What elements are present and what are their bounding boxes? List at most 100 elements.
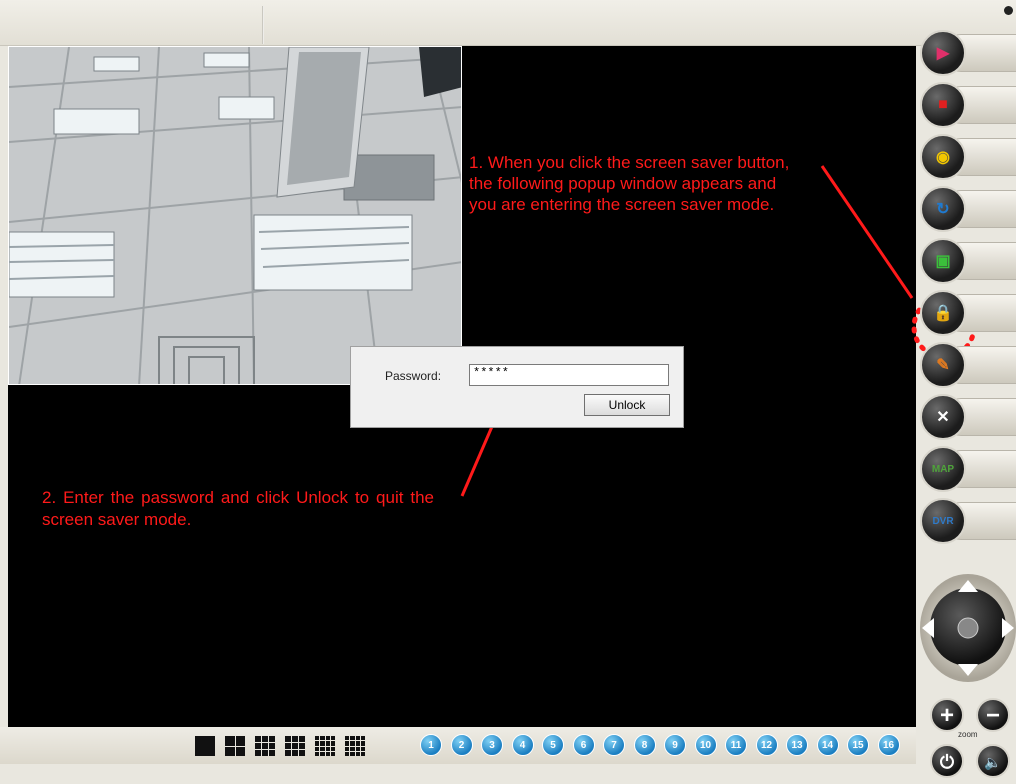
layout-cell: [360, 736, 365, 741]
layout-cell: [292, 736, 298, 742]
settings-tools-icon: ✕: [920, 394, 966, 440]
layout-4x4-button[interactable]: [345, 736, 365, 756]
channel-10-button[interactable]: 10: [694, 734, 717, 756]
speaker-button[interactable]: 🔈: [976, 744, 1010, 778]
dvr-button[interactable]: DVR: [920, 498, 1016, 544]
layout-buttons: [195, 736, 365, 756]
channel-1-button[interactable]: 1: [420, 734, 442, 756]
edit-button[interactable]: ✎: [920, 342, 1016, 388]
screen-saver-lock-button[interactable]: 🔒: [920, 290, 1016, 336]
channel-6-button[interactable]: 6: [572, 734, 595, 756]
channel-16-button[interactable]: 16: [877, 734, 900, 756]
corner-dot-icon[interactable]: [1004, 6, 1013, 15]
layout-cell: [350, 736, 355, 741]
map-button[interactable]: MAP: [920, 446, 1016, 492]
snapshot-camera-button[interactable]: ◉: [920, 134, 1016, 180]
unlock-button[interactable]: Unlock: [584, 394, 670, 416]
settings-tools-button[interactable]: ✕: [920, 394, 1016, 440]
layout-cell: [325, 751, 330, 756]
layout-cell: [330, 741, 335, 746]
layout-cell: [355, 751, 360, 756]
channel-9-button[interactable]: 9: [664, 734, 686, 756]
screen-saver-lock-icon: 🔒: [920, 290, 966, 336]
rotate-180-button[interactable]: ↻: [920, 186, 1016, 232]
layout-cell: [285, 743, 291, 749]
system-controls: ⏻ 🔈: [928, 744, 1016, 784]
zoom-in-button[interactable]: +: [930, 698, 964, 732]
channel-4-button[interactable]: 4: [511, 734, 534, 756]
edit-icon: ✎: [920, 342, 966, 388]
layout-cell: [299, 750, 305, 756]
power-button[interactable]: ⏻: [930, 744, 964, 778]
zoom-label: zoom: [958, 730, 978, 739]
channel-2-button[interactable]: 2: [450, 734, 473, 756]
map-icon: MAP: [920, 446, 966, 492]
toolbar-divider: [262, 6, 264, 44]
layout-cell: [345, 746, 350, 751]
layout-cell: [320, 736, 325, 741]
channel-7-button[interactable]: 7: [603, 734, 625, 756]
layout-cell: [360, 751, 365, 756]
layout-cell: [255, 750, 261, 756]
password-input[interactable]: *****: [469, 364, 669, 386]
camera-view[interactable]: [8, 46, 462, 385]
layout-1plus12-button[interactable]: [315, 736, 335, 756]
layout-cell: [299, 743, 305, 749]
layout-cell: [360, 741, 365, 746]
layout-1x1-button[interactable]: [195, 736, 215, 756]
layout-cell: [325, 746, 330, 751]
instruction-note-2: 2. Enter the password and click Unlock t…: [42, 488, 434, 529]
layout-cell: [350, 741, 355, 746]
layout-1plus5-button[interactable]: [255, 736, 275, 756]
layout-cell: [285, 750, 291, 756]
channel-5-button[interactable]: 5: [542, 734, 564, 756]
layout-cell: [320, 746, 325, 751]
password-popup: Password: ***** Unlock: [350, 346, 684, 428]
layout-cell: [235, 746, 245, 756]
layout-cell: [345, 736, 350, 741]
channel-buttons: 1 2 3 4 5 6 7 8 9 10 11 12 13 14 15 16: [420, 734, 900, 756]
channel-8-button[interactable]: 8: [633, 734, 656, 756]
ptz-left-arrow-icon: [922, 618, 934, 638]
full-screen-icon: ▣: [920, 238, 966, 284]
channel-12-button[interactable]: 12: [755, 734, 778, 756]
top-toolbar: [0, 0, 1016, 46]
layout-cell: [285, 736, 291, 742]
layout-cell: [292, 743, 298, 749]
layout-cell: [269, 743, 275, 749]
layout-cell: [345, 741, 350, 746]
layout-cell: [315, 751, 320, 756]
layout-cell: [325, 736, 330, 741]
layout-2x2-button[interactable]: [225, 736, 245, 756]
layout-cell: [330, 751, 335, 756]
rotate-180-icon: ↻: [920, 186, 966, 232]
ptz-down-arrow-icon: [958, 664, 978, 676]
layout-cell: [262, 750, 268, 756]
layout-cell: [195, 736, 215, 756]
layout-cell: [330, 736, 335, 741]
layout-cell: [315, 741, 320, 746]
layout-cell: [315, 746, 320, 751]
zoom-out-button[interactable]: −: [976, 698, 1010, 732]
layout-cell: [255, 743, 261, 749]
channel-3-button[interactable]: 3: [481, 734, 503, 756]
layout-cell: [262, 736, 268, 742]
layout-cell: [355, 741, 360, 746]
record-video-icon: ■: [920, 82, 966, 128]
ptz-direction-pad[interactable]: [920, 574, 1016, 684]
record-video-button[interactable]: ■: [920, 82, 1016, 128]
layout-cell: [255, 736, 261, 742]
layout-cell: [262, 743, 268, 749]
full-screen-button[interactable]: ▣: [920, 238, 1016, 284]
channel-14-button[interactable]: 14: [816, 734, 839, 756]
instruction-note-1: 1. When you click the screen saver butto…: [469, 153, 790, 214]
channel-15-button[interactable]: 15: [847, 734, 869, 756]
play-button[interactable]: ▶: [920, 30, 1016, 76]
channel-11-button[interactable]: 11: [725, 734, 747, 756]
layout-3x3-button[interactable]: [285, 736, 305, 756]
layout-cell: [269, 750, 275, 756]
ptz-center-icon: [957, 617, 979, 639]
password-label: Password:: [385, 369, 442, 383]
channel-13-button[interactable]: 13: [786, 734, 808, 756]
layout-cell: [320, 741, 325, 746]
